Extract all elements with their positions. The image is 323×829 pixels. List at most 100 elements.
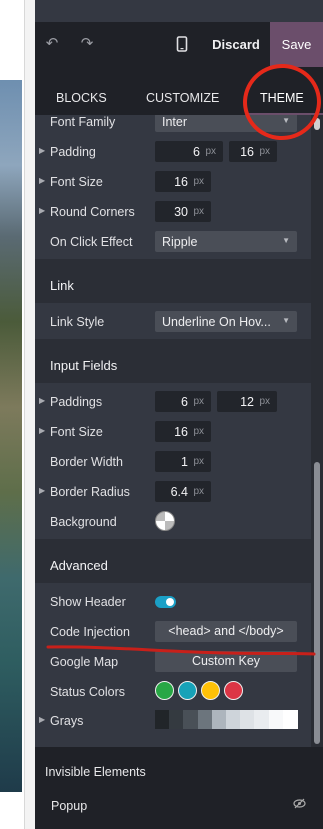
border-width-value: 1	[181, 455, 188, 469]
show-header-row: Show Header	[35, 587, 311, 617]
mobile-preview-icon[interactable]	[174, 36, 190, 52]
round-corners-label: Round Corners	[50, 205, 135, 219]
on-click-effect-row: On Click Effect Ripple ▼	[35, 227, 311, 257]
link-style-select[interactable]: Underline On Hov... ▼	[155, 311, 297, 332]
gray-swatch[interactable]	[197, 710, 213, 729]
redo-icon[interactable]: ↷	[79, 36, 95, 52]
status-colors-row: Status Colors	[35, 677, 311, 707]
button-font-size-input[interactable]: 16 px	[155, 171, 211, 192]
unit-label: px	[259, 146, 270, 157]
discard-button[interactable]: Discard	[202, 22, 270, 67]
border-radius-input[interactable]: 6.4 px	[155, 481, 211, 502]
save-button[interactable]: Save	[270, 22, 323, 67]
toggle-knob	[166, 598, 174, 606]
border-radius-value: 6.4	[170, 485, 188, 499]
status-color-info[interactable]	[178, 681, 197, 700]
link-style-row: Link Style Underline On Hov... ▼	[35, 307, 311, 337]
input-font-size-input[interactable]: 16 px	[155, 421, 211, 442]
section-divider	[35, 339, 311, 347]
tab-customize[interactable]: CUSTOMIZE	[146, 91, 219, 105]
unit-label: px	[205, 146, 216, 157]
expand-caret-icon[interactable]: ▶	[39, 426, 45, 435]
padding-vertical-value: 6	[193, 145, 200, 159]
padding-label: Padding	[50, 145, 96, 159]
font-family-label: Font Family	[50, 115, 116, 129]
preview-hero-image	[0, 80, 22, 792]
advanced-section-title: Advanced	[50, 558, 108, 573]
unit-label: px	[193, 206, 204, 217]
input-fields-section-header: Input Fields	[35, 347, 311, 383]
unit-label: px	[193, 486, 204, 497]
unit-label: px	[259, 396, 270, 407]
expand-caret-icon[interactable]: ▶	[39, 146, 45, 155]
background-row: Background	[35, 507, 311, 537]
status-colors-label: Status Colors	[50, 685, 126, 699]
round-corners-input[interactable]: 30 px	[155, 201, 211, 222]
round-corners-row: ▶ Round Corners 30 px	[35, 197, 311, 227]
invisible-elements-panel: Invisible Elements Popup	[35, 747, 323, 829]
paddings-horizontal-value: 12	[240, 395, 254, 409]
gray-swatch[interactable]	[183, 710, 199, 729]
border-width-row: Border Width 1 px	[35, 447, 311, 477]
gray-swatch[interactable]	[268, 710, 284, 729]
unit-label: px	[193, 426, 204, 437]
show-header-toggle[interactable]	[155, 596, 176, 608]
padding-horizontal-value: 16	[240, 145, 254, 159]
gray-swatch[interactable]	[226, 710, 241, 729]
gray-swatch[interactable]	[240, 710, 256, 729]
background-label: Background	[50, 515, 117, 529]
preview-scrollbar[interactable]	[24, 0, 35, 829]
gray-swatch[interactable]	[211, 710, 227, 729]
section-divider	[35, 259, 311, 267]
border-width-input[interactable]: 1 px	[155, 451, 211, 472]
chevron-down-icon: ▼	[282, 316, 290, 325]
expand-caret-icon[interactable]: ▶	[39, 396, 45, 405]
paddings-row: ▶ Paddings 6 px 12 px	[35, 387, 311, 417]
code-injection-button[interactable]: <head> and </body>	[155, 621, 297, 642]
popup-item[interactable]: Popup	[51, 799, 87, 813]
unit-label: px	[193, 176, 204, 187]
paddings-vertical-input[interactable]: 6 px	[155, 391, 211, 412]
on-click-effect-label: On Click Effect	[50, 235, 133, 249]
grays-row: ▶ Grays	[35, 706, 311, 736]
background-color-swatch[interactable]	[155, 511, 175, 531]
annotation-underline	[46, 645, 316, 656]
expand-caret-icon[interactable]: ▶	[39, 206, 45, 215]
gray-swatch[interactable]	[282, 710, 298, 729]
paddings-horizontal-input[interactable]: 12 px	[217, 391, 277, 412]
chevron-down-icon: ▼	[282, 236, 290, 245]
expand-caret-icon[interactable]: ▶	[39, 715, 45, 724]
gray-swatch[interactable]	[155, 710, 170, 729]
border-width-label: Border Width	[50, 455, 123, 469]
padding-horizontal-input[interactable]: 16 px	[229, 141, 277, 162]
link-section-title: Link	[50, 278, 74, 293]
button-font-size-row: ▶ Font Size 16 px	[35, 167, 311, 197]
scrollbar-thumb[interactable]	[314, 462, 320, 744]
expand-caret-icon[interactable]: ▶	[39, 176, 45, 185]
status-color-danger[interactable]	[224, 681, 243, 700]
gray-swatch[interactable]	[169, 710, 185, 729]
eye-slash-icon[interactable]	[293, 798, 306, 812]
unit-label: px	[193, 456, 204, 467]
on-click-effect-select[interactable]: Ripple ▼	[155, 231, 297, 252]
input-font-size-label: Font Size	[50, 425, 103, 439]
on-click-effect-value: Ripple	[162, 235, 198, 249]
link-style-label: Link Style	[50, 315, 105, 329]
link-section-header: Link	[35, 267, 311, 303]
code-injection-label: Code Injection	[50, 625, 130, 639]
link-style-value: Underline On Hov...	[162, 315, 271, 329]
status-color-warning[interactable]	[201, 681, 220, 700]
input-fields-section-title: Input Fields	[50, 358, 118, 373]
font-size-value: 16	[174, 175, 188, 189]
gray-swatch[interactable]	[254, 710, 270, 729]
padding-vertical-input[interactable]: 6 px	[155, 141, 223, 162]
paddings-label: Paddings	[50, 395, 103, 409]
status-color-success[interactable]	[155, 681, 174, 700]
show-header-label: Show Header	[50, 595, 126, 609]
unit-label: px	[193, 396, 204, 407]
expand-caret-icon[interactable]: ▶	[39, 486, 45, 495]
undo-icon[interactable]: ↶	[44, 36, 60, 52]
border-radius-label: Border Radius	[50, 485, 130, 499]
padding-row: ▶ Padding 6 px 16 px	[35, 137, 311, 167]
tab-blocks[interactable]: BLOCKS	[56, 91, 107, 105]
